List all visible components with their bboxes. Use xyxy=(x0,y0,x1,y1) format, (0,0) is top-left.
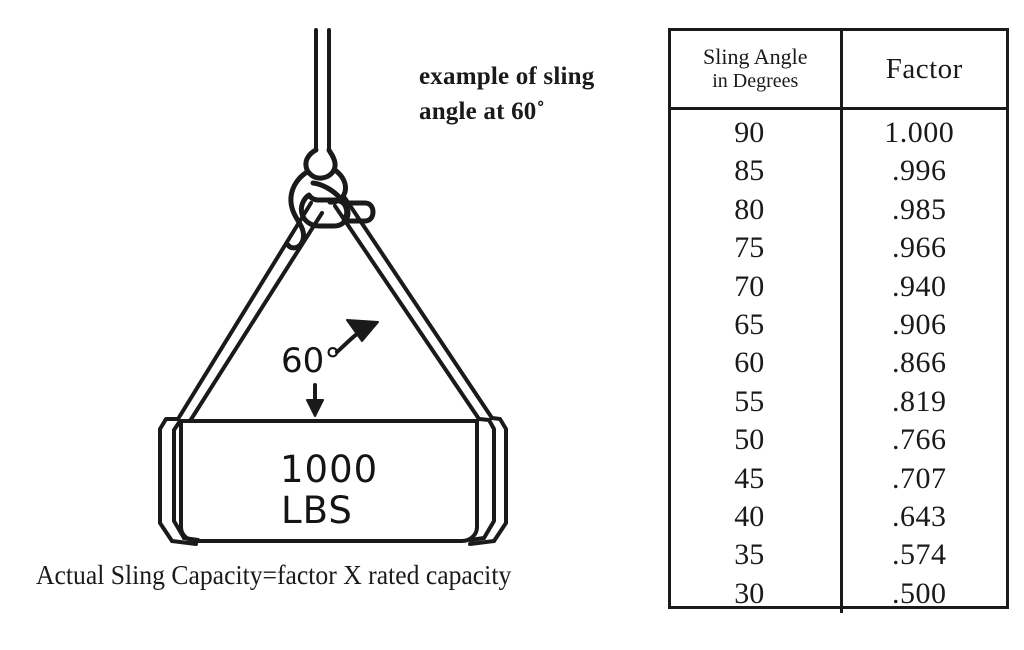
curved-arrow-up-right-icon xyxy=(335,319,379,354)
load-weight-unit: LBS xyxy=(281,489,353,532)
cell-factor: .966 xyxy=(892,231,947,265)
cell-factor: .866 xyxy=(892,346,947,380)
table-row: 55 .819 xyxy=(671,382,1006,422)
column-header-sling-angle-line1: Sling Angle xyxy=(702,44,808,69)
cell-sling-angle: 55 xyxy=(671,382,843,422)
cell-factor: .707 xyxy=(892,461,947,495)
load-weight-value: 1000 xyxy=(280,448,379,491)
table-row: 45 .707 xyxy=(671,459,1006,499)
sling-diagram: example of sling angle at 60˚ 60° 1000 L… xyxy=(0,0,660,650)
cell-factor: .906 xyxy=(892,308,947,342)
table-header-row: Sling Angle in Degrees Factor xyxy=(671,31,1006,110)
table-row: 70 .940 xyxy=(671,267,1006,307)
cell-sling-angle: 50 xyxy=(671,421,843,460)
cell-factor: .574 xyxy=(892,538,947,572)
sling-angle-reference-figure: example of sling angle at 60˚ 60° 1000 L… xyxy=(0,0,1024,650)
cell-factor: .996 xyxy=(892,154,947,188)
cell-factor: .643 xyxy=(892,500,947,534)
table-row: 35 .574 xyxy=(671,536,1006,575)
table-row: 75 .966 xyxy=(671,229,1006,268)
cell-sling-angle: 65 xyxy=(671,306,843,345)
cell-sling-angle: 85 xyxy=(671,152,843,191)
cable-icon xyxy=(314,28,331,152)
table-row: 40 .643 xyxy=(671,498,1006,537)
cell-sling-angle: 70 xyxy=(671,267,843,307)
cell-sling-angle: 40 xyxy=(671,498,843,537)
cell-sling-angle: 60 xyxy=(671,344,843,383)
cell-factor: .819 xyxy=(892,384,947,418)
cell-sling-angle: 90 xyxy=(671,108,843,153)
cell-factor: .500 xyxy=(892,576,947,610)
arrow-down-icon xyxy=(306,383,324,417)
sling-angle-note-line1: example of sling xyxy=(419,63,595,90)
cell-factor: .940 xyxy=(892,269,947,303)
sling-illustration xyxy=(158,28,508,546)
cell-sling-angle: 45 xyxy=(671,459,843,499)
sling-angle-factor-table: Sling Angle in Degrees Factor 90 1.000 85.… xyxy=(668,28,1009,614)
cell-factor: 1.000 xyxy=(884,116,955,149)
column-header-sling-angle-line2: in Degrees xyxy=(712,70,799,92)
capacity-formula-caption: Actual Sling Capacity=factor X rated cap… xyxy=(36,560,512,590)
cell-factor: .985 xyxy=(892,192,947,226)
table-body: 90 1.000 85 .996 80 .985 75 .966 70 .940 65 .906 60.… xyxy=(671,108,1006,614)
table-row: 30 .500 xyxy=(671,574,1006,614)
table-row: 90 1.000 xyxy=(671,108,1006,153)
table-row: 65 .906 xyxy=(671,306,1006,345)
sling-angle-note-line2: angle at 60˚ xyxy=(419,98,545,125)
table-row: 85 .996 xyxy=(671,152,1006,191)
cell-sling-angle: 75 xyxy=(671,229,843,268)
sling-leg-right-icon xyxy=(333,196,508,546)
cell-sling-angle: 80 xyxy=(671,190,843,230)
column-header-sling-angle: Sling Angle in Degrees xyxy=(671,31,843,110)
cell-sling-angle: 35 xyxy=(671,536,843,575)
cell-sling-angle: 30 xyxy=(671,574,843,614)
table-header: Sling Angle in Degrees Factor xyxy=(671,31,1006,110)
table-row: 60 .866 xyxy=(671,344,1006,383)
angle-value-label: 60° xyxy=(281,341,342,381)
table-row: 80 .985 xyxy=(671,190,1006,230)
factor-table-grid: Sling Angle in Degrees Factor 90 1.000 85.… xyxy=(671,31,1006,614)
table-row: 50 .766 xyxy=(671,421,1006,460)
column-header-factor: Factor xyxy=(841,31,1006,110)
cell-factor: .766 xyxy=(892,423,947,457)
column-header-factor-label: Factor xyxy=(885,52,963,85)
